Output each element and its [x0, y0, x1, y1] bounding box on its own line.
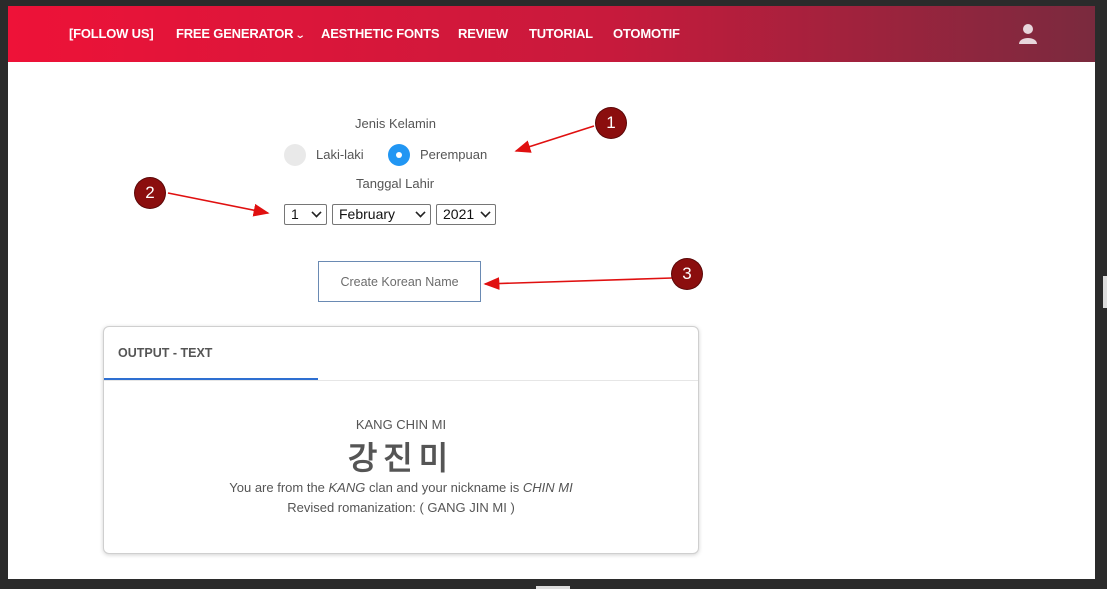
hangul-name: 강진미 — [347, 439, 455, 477]
desc-prefix: You are from the — [229, 480, 329, 495]
clan-name: KANG — [328, 480, 366, 495]
annotation-badge-3: 3 — [672, 259, 702, 289]
day-select[interactable]: 1 — [284, 204, 327, 225]
desc-middle: clan and your nickname is — [365, 480, 523, 495]
tab-divider — [104, 380, 698, 381]
chevron-down-icon — [480, 207, 491, 218]
radio-laki-laki[interactable] — [284, 144, 306, 166]
browser-page: [FOLLOW US] FREE GENERATOR ⌄ AESTHETIC FO… — [8, 6, 1095, 579]
nickname: CHIN MI — [522, 480, 573, 495]
nav-aesthetic-fonts[interactable]: AESTHETIC FONTS — [321, 26, 440, 41]
year-select[interactable]: 2021 — [436, 204, 496, 225]
clan-description: You are from the KANG clan and your nick… — [104, 480, 698, 495]
tab-output-text[interactable]: OUTPUT - TEXT — [118, 346, 212, 360]
top-navbar: [FOLLOW US] FREE GENERATOR ⌄ AESTHETIC FO… — [8, 6, 1095, 62]
month-select[interactable]: February — [332, 204, 431, 225]
month-value: February — [339, 206, 396, 222]
annotation-badge-2: 2 — [135, 178, 165, 208]
scrollbar-thumb[interactable] — [1103, 276, 1107, 308]
radio-perempuan-label[interactable]: Perempuan — [420, 147, 487, 162]
chevron-down-icon: ⌄ — [295, 30, 306, 41]
output-card: OUTPUT - TEXT KANG CHIN MI 강진미 You are f… — [103, 326, 699, 554]
gender-label: Jenis Kelamin — [355, 116, 436, 131]
nav-follow-us[interactable]: [FOLLOW US] — [69, 26, 154, 41]
dob-label: Tanggal Lahir — [356, 176, 435, 191]
nav-free-generator[interactable]: FREE GENERATOR ⌄ — [176, 26, 306, 41]
chevron-down-icon — [311, 207, 322, 218]
revised-romanization: Revised romanization: ( GANG JIN MI ) — [287, 500, 515, 515]
nav-free-generator-label: FREE GENERATOR — [176, 26, 294, 41]
create-korean-name-button[interactable]: Create Korean Name — [318, 261, 481, 302]
day-value: 1 — [291, 206, 299, 222]
user-icon[interactable] — [1018, 23, 1038, 45]
year-value: 2021 — [443, 206, 475, 222]
radio-laki-laki-label[interactable]: Laki-laki — [316, 147, 364, 162]
nav-otomotif[interactable]: OTOMOTIF — [613, 26, 680, 41]
nav-review[interactable]: REVIEW — [458, 26, 508, 41]
annotation-badge-1: 1 — [596, 108, 626, 138]
chevron-down-icon — [415, 207, 426, 218]
nav-tutorial[interactable]: TUTORIAL — [529, 26, 593, 41]
radio-perempuan[interactable] — [388, 144, 410, 166]
romanized-name: KANG CHIN MI — [355, 417, 447, 432]
